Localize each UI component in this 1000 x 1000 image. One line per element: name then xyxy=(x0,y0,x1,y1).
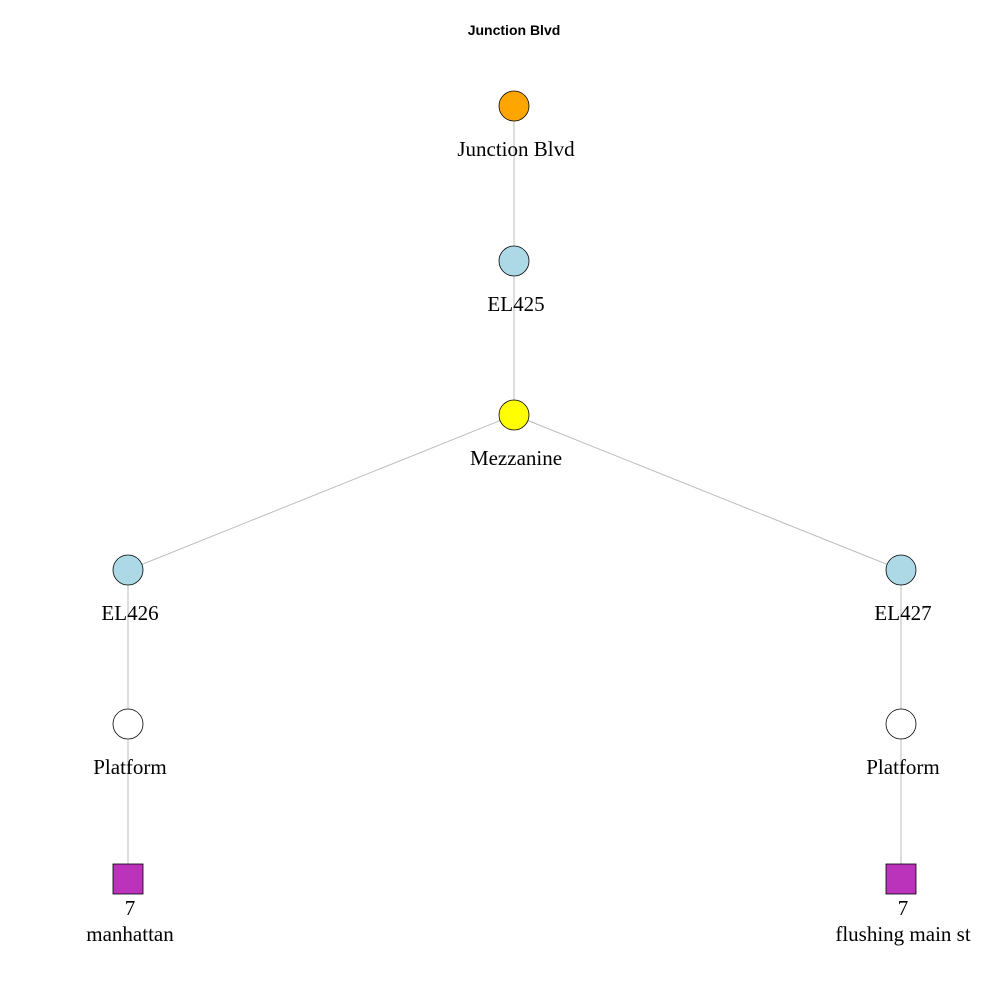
node-label-platform-left-0: Platform xyxy=(93,755,167,779)
node-marker-platform-left xyxy=(112,708,144,740)
node-platform-left: Platform xyxy=(93,708,167,779)
node-label-junction-blvd-0: Junction Blvd xyxy=(457,137,575,161)
node-marker-junction-blvd xyxy=(498,90,530,122)
network-diagram: Junction Blvd Junction Blvd EL425 Mezzanin… xyxy=(86,22,971,946)
node-label-route-manhattan-1: manhattan xyxy=(86,922,174,946)
node-marker-route-flushing xyxy=(885,863,917,895)
node-marker-el425 xyxy=(498,245,530,277)
node-marker-route-manhattan xyxy=(112,863,144,895)
node-label-route-flushing-0: 7 xyxy=(898,896,909,920)
edge-mezzanine-el427 xyxy=(513,414,902,571)
node-label-el425-0: EL425 xyxy=(487,292,544,316)
node-marker-platform-right xyxy=(885,708,917,740)
node-label-platform-right-0: Platform xyxy=(866,755,940,779)
node-label-el426-0: EL426 xyxy=(101,601,158,625)
edge-mezzanine-el426 xyxy=(127,414,515,571)
node-platform-right: Platform xyxy=(866,708,940,779)
nodes-layer: Junction Blvd EL425 Mezzanine EL426 EL427 Pla… xyxy=(86,90,971,946)
edges-layer xyxy=(127,106,902,879)
node-route-flushing: 7flushing main st xyxy=(835,863,971,946)
node-marker-el426 xyxy=(112,554,144,586)
node-label-route-flushing-1: flushing main st xyxy=(835,922,970,946)
node-label-mezzanine-0: Mezzanine xyxy=(470,446,562,470)
diagram-title: Junction Blvd xyxy=(468,22,561,38)
node-route-manhattan: 7manhattan xyxy=(86,863,174,946)
node-marker-el427 xyxy=(885,554,917,586)
node-marker-mezzanine xyxy=(498,399,530,431)
node-junction-blvd: Junction Blvd xyxy=(457,90,575,161)
node-el425: EL425 xyxy=(487,245,545,316)
node-mezzanine: Mezzanine xyxy=(470,399,562,470)
node-label-el427-0: EL427 xyxy=(874,601,931,625)
node-label-route-manhattan-0: 7 xyxy=(125,896,136,920)
node-el426: EL426 xyxy=(101,554,159,625)
node-el427: EL427 xyxy=(874,554,932,625)
